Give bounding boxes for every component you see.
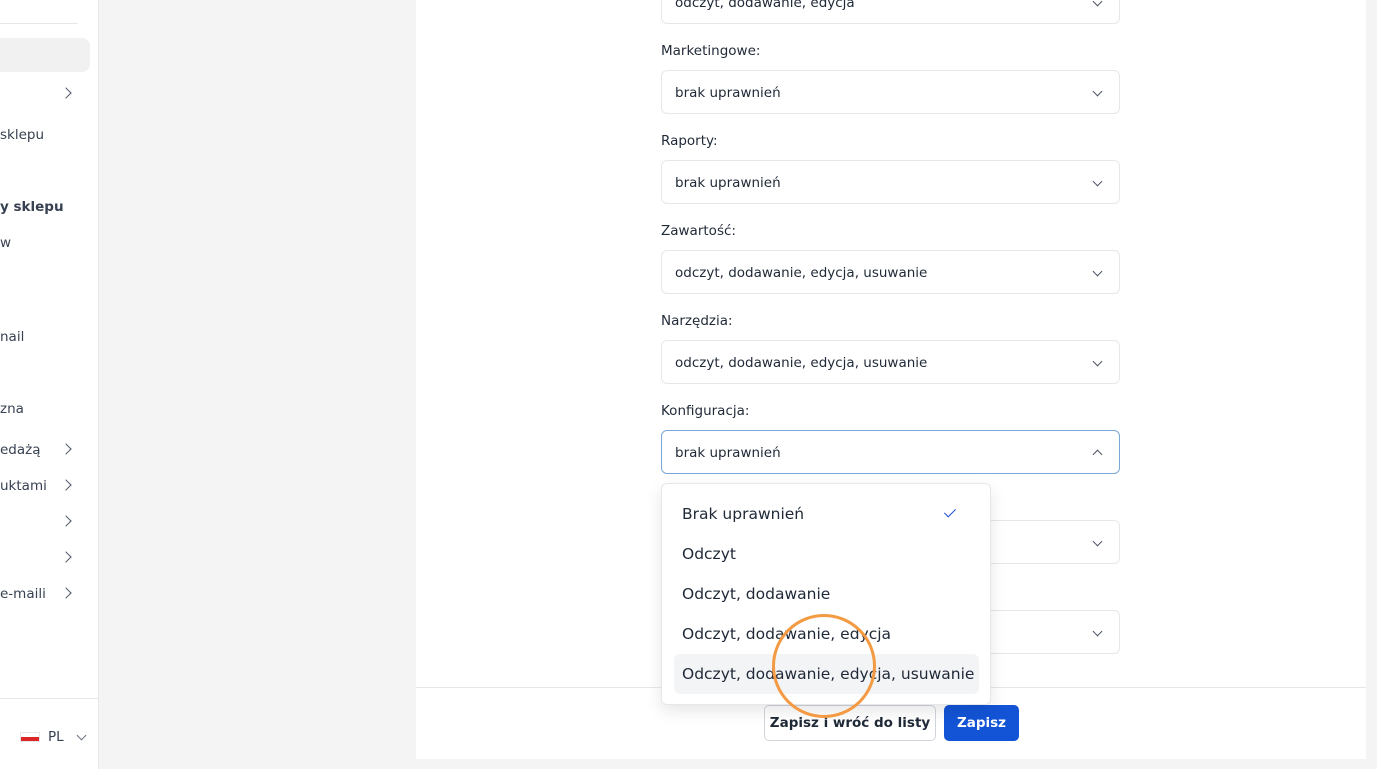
option-label: Odczyt, dodawanie, edycja bbox=[682, 625, 892, 643]
chevron-down-icon bbox=[76, 730, 87, 740]
sidebar-item-zna[interactable]: zna bbox=[0, 399, 24, 419]
dropdown-option-none[interactable]: Brak uprawnień bbox=[674, 494, 979, 534]
select-value: odczyt, dodawanie, edycja, usuwanie bbox=[675, 355, 928, 371]
chevron-up-icon bbox=[1092, 449, 1103, 460]
field-label-tools: Narzędzia: bbox=[661, 313, 733, 329]
field-label-marketing: Marketingowe: bbox=[661, 43, 761, 59]
chevron-right-icon[interactable] bbox=[60, 515, 72, 527]
sidebar: sklepu y sklepu w nail zna edażą uktami … bbox=[0, 0, 99, 769]
chevron-down-icon bbox=[1092, 536, 1103, 547]
dropdown-option-read-add-edit[interactable]: Odczyt, dodawanie, edycja bbox=[674, 614, 979, 654]
option-label: Odczyt, dodawanie bbox=[682, 585, 831, 603]
chevron-down-icon bbox=[1092, 626, 1103, 637]
sidebar-item-emails[interactable]: e-maili bbox=[0, 584, 46, 604]
sidebar-item-shop-settings[interactable]: sklepu bbox=[0, 125, 44, 145]
language-switcher[interactable]: PL bbox=[20, 727, 87, 747]
select-value: odczyt, dodawanie, edycja, usuwanie bbox=[675, 265, 928, 281]
chevron-down-icon bbox=[1092, 86, 1103, 97]
chevron-down-icon bbox=[1092, 266, 1103, 277]
sidebar-item-shop-users[interactable]: y sklepu bbox=[0, 197, 64, 217]
permission-select-marketing[interactable]: brak uprawnień bbox=[661, 70, 1120, 114]
chevron-right-icon[interactable] bbox=[60, 87, 72, 99]
chevron-right-icon[interactable] bbox=[60, 443, 72, 455]
chevron-right-icon[interactable] bbox=[60, 551, 72, 563]
chevron-down-icon bbox=[1092, 176, 1103, 187]
select-value: brak uprawnień bbox=[675, 445, 781, 461]
dropdown-option-read-add[interactable]: Odczyt, dodawanie bbox=[674, 574, 979, 614]
permission-select-reports[interactable]: brak uprawnień bbox=[661, 160, 1120, 204]
field-label-content: Zawartość: bbox=[661, 223, 736, 239]
sidebar-item-active[interactable] bbox=[0, 38, 90, 72]
sidebar-item-email[interactable]: nail bbox=[0, 327, 24, 347]
save-and-back-button[interactable]: Zapisz i wróć do listy bbox=[764, 705, 936, 741]
permission-dropdown-menu: Brak uprawnień Odczyt Odczyt, dodawanie … bbox=[661, 483, 991, 705]
field-label-reports: Raporty: bbox=[661, 133, 718, 149]
permission-select-partial[interactable]: odczyt, dodawanie, edycja bbox=[661, 0, 1120, 24]
dropdown-option-full[interactable]: Odczyt, dodawanie, edycja, usuwanie bbox=[674, 654, 979, 694]
permission-select-configuration[interactable]: brak uprawnień bbox=[661, 430, 1120, 474]
chevron-down-icon bbox=[1092, 0, 1103, 7]
chevron-right-icon[interactable] bbox=[60, 479, 72, 491]
field-label-configuration: Konfiguracja: bbox=[661, 403, 750, 419]
option-label: Odczyt bbox=[682, 545, 736, 563]
sidebar-item-w[interactable]: w bbox=[0, 233, 11, 253]
chevron-right-icon[interactable] bbox=[60, 587, 72, 599]
permission-select-tools[interactable]: odczyt, dodawanie, edycja, usuwanie bbox=[661, 340, 1120, 384]
option-label: Brak uprawnień bbox=[682, 505, 805, 523]
save-button[interactable]: Zapisz bbox=[944, 705, 1019, 741]
permission-select-content[interactable]: odczyt, dodawanie, edycja, usuwanie bbox=[661, 250, 1120, 294]
select-value: brak uprawnień bbox=[675, 85, 781, 101]
dropdown-option-read[interactable]: Odczyt bbox=[674, 534, 979, 574]
poland-flag-icon bbox=[20, 732, 40, 742]
option-label: Odczyt, dodawanie, edycja, usuwanie bbox=[682, 665, 975, 683]
chevron-down-icon bbox=[1092, 356, 1103, 367]
select-value: brak uprawnień bbox=[675, 175, 781, 191]
sidebar-item-products[interactable]: uktami bbox=[0, 476, 47, 496]
sidebar-bottom-divider bbox=[0, 698, 98, 699]
select-value: odczyt, dodawanie, edycja bbox=[675, 0, 855, 11]
sidebar-item-sales[interactable]: edażą bbox=[0, 440, 41, 460]
check-icon bbox=[943, 505, 957, 518]
language-label: PL bbox=[48, 729, 64, 745]
sidebar-top-divider bbox=[0, 23, 78, 24]
